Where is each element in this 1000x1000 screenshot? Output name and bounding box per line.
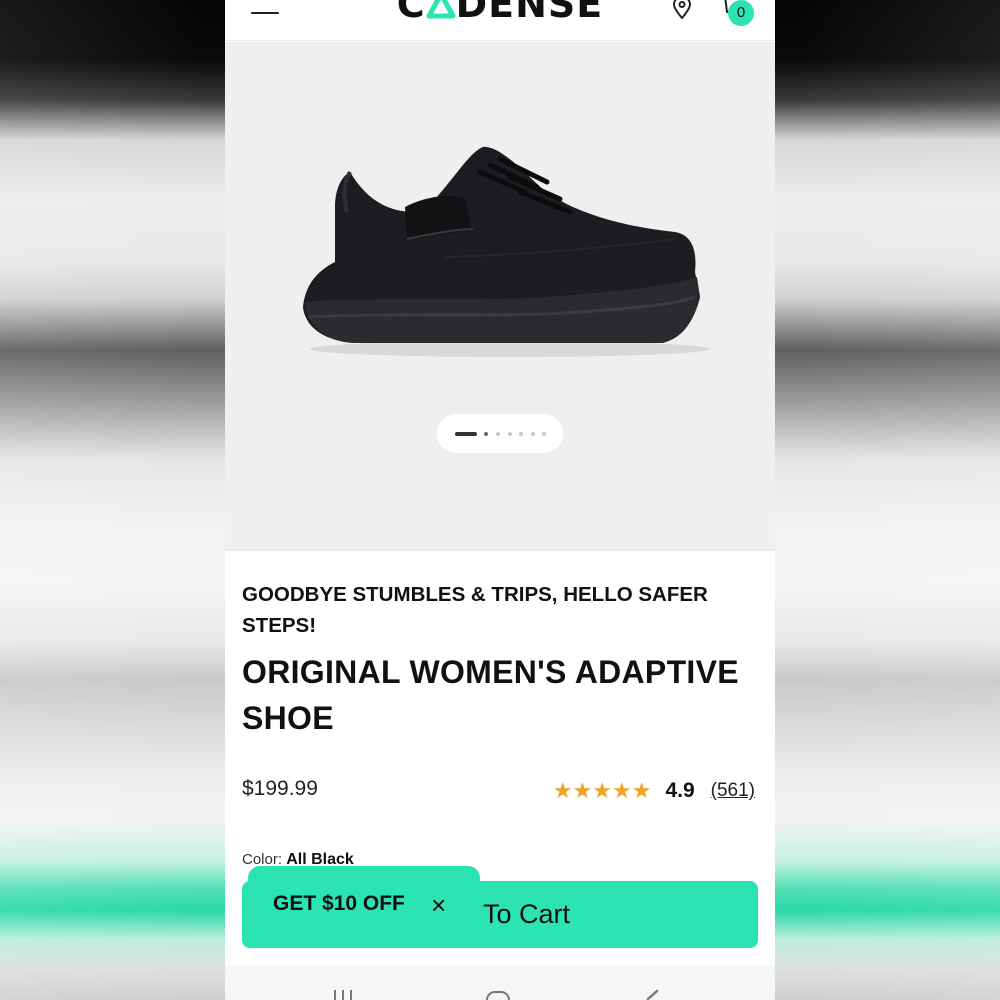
- system-navigation-bar: [225, 966, 775, 1000]
- add-to-cart-label: To Cart: [483, 899, 571, 929]
- product-tagline: GOODBYE STUMBLES & TRIPS, HELLO SAFER ST…: [242, 583, 708, 637]
- cart-count-badge[interactable]: 0: [728, 0, 754, 26]
- location-pin-icon[interactable]: [670, 0, 694, 20]
- pagination-dot[interactable]: [496, 432, 500, 436]
- rating-value: 4.9: [665, 779, 695, 802]
- product-title: ORIGINAL WOMEN'S ADAPTIVE SHOE: [242, 654, 739, 736]
- phone-screen: C DENSE 0 GOODBYE STUMBLES & TRIPS, HELL…: [225, 0, 775, 1000]
- back-icon[interactable]: [643, 989, 661, 1000]
- rating-stars: ★★★★★: [552, 778, 652, 803]
- review-count-link[interactable]: (561): [711, 780, 755, 802]
- logo-suffix: DENSE: [455, 0, 604, 26]
- close-icon[interactable]: ×: [431, 890, 446, 921]
- site-header: C DENSE 0: [225, 0, 775, 41]
- pagination-dot[interactable]: [508, 432, 512, 436]
- logo-prefix: C: [396, 0, 426, 26]
- product-image-gallery[interactable]: [225, 42, 775, 551]
- logo-triangle-mark: [426, 0, 456, 26]
- gallery-pagination[interactable]: [437, 414, 563, 453]
- pagination-dot[interactable]: [484, 432, 488, 436]
- product-price: $199.99: [242, 777, 318, 800]
- discount-promo-tab[interactable]: GET $10 OFF ×: [248, 866, 480, 930]
- product-info: GOODBYE STUMBLES & TRIPS, HELLO SAFER ST…: [225, 551, 775, 1000]
- pagination-dot[interactable]: [542, 432, 546, 436]
- pagination-dot-active[interactable]: [455, 432, 477, 436]
- promo-text: GET $10 OFF: [273, 892, 405, 915]
- pagination-dot[interactable]: [531, 432, 535, 436]
- product-shoe-image: [303, 146, 710, 357]
- pagination-dot[interactable]: [519, 432, 523, 436]
- recent-apps-icon[interactable]: [332, 990, 356, 1000]
- product-rating: ★★★★★ 4.9 (561): [553, 777, 755, 805]
- home-icon[interactable]: [486, 991, 510, 1000]
